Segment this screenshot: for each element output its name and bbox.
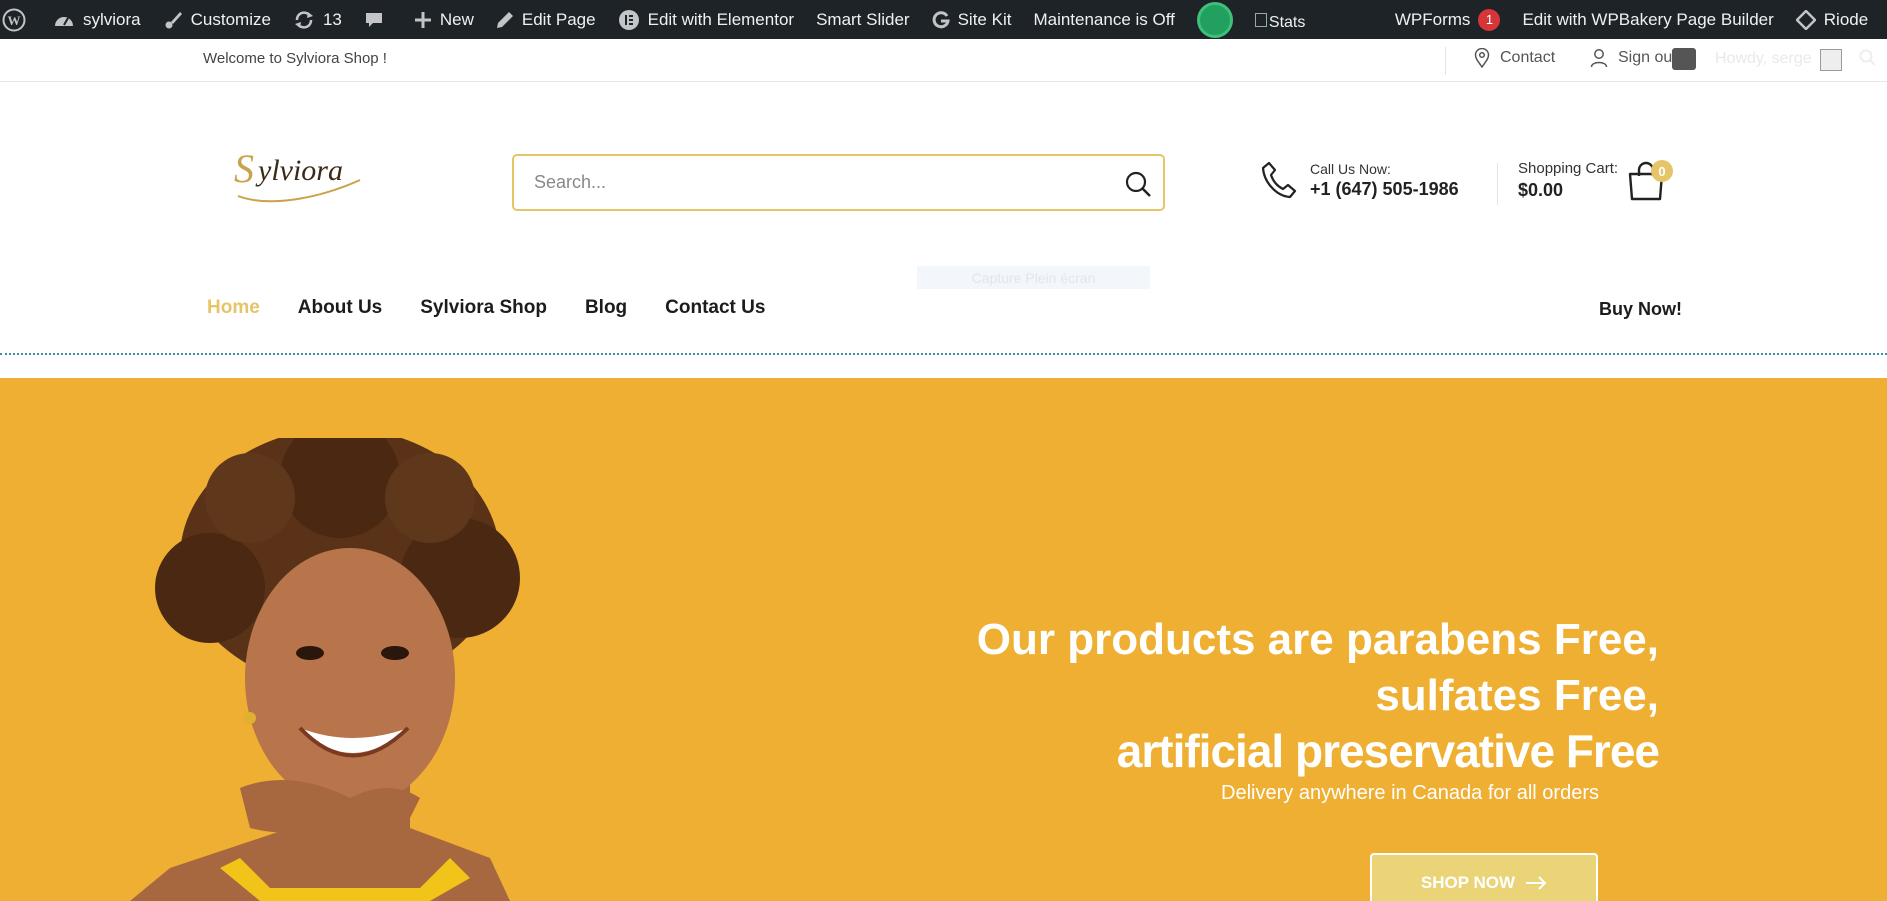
adminbar-plugin-avatar[interactable] [1186,0,1244,39]
smart-slider-label: Smart Slider [816,9,910,29]
arrow-right-icon [1526,876,1547,890]
search-bar [512,154,1165,211]
elementor-icon [618,9,639,30]
adminbar-comments[interactable] [353,0,403,39]
adminbar-smart-slider[interactable]: Smart Slider [805,0,921,39]
nav-item-sylviora-shop[interactable]: Sylviora Shop [420,297,547,319]
pencil-icon [496,11,513,28]
adminbar-search-icon[interactable] [1858,48,1878,68]
edit-elementor-label: Edit with Elementor [647,9,795,29]
adminbar-wpforms[interactable]: WPForms 1 [1384,0,1512,39]
hero-slider: Our products are parabens Free, sulfates… [0,378,1887,901]
call-label: Call Us Now: [1310,160,1391,177]
capture-overlay: Capture Plein écran [917,266,1150,289]
maintenance-label: Maintenance is Off [1033,9,1175,29]
cart-count-badge: 0 [1651,160,1673,182]
hero-subline: Delivery anywhere in Canada for all orde… [1221,782,1599,804]
adminbar-site-name[interactable]: sylviora [42,0,152,39]
wpforms-badge: 1 [1478,8,1501,31]
search-icon [1125,171,1151,197]
new-label: New [439,9,474,29]
broken-image-icon [1254,12,1267,27]
nav-item-blog[interactable]: Blog [585,297,627,319]
adminbar-stats[interactable]: Stats [1244,0,1384,39]
riode-label: Riode [1823,9,1869,29]
plus-icon [414,11,431,28]
wp-admin-bar: W sylviora Customize 13 New Edit Page Ed… [0,0,1887,39]
hero-model-image [130,438,520,901]
main-navigation: Home About Us Sylviora Shop Blog Contact… [207,297,803,319]
nav-item-about-us[interactable]: About Us [298,297,382,319]
nav-item-home[interactable]: Home [207,297,260,319]
signout-label: Sign ou [1618,49,1673,66]
diamond-icon [1795,9,1816,30]
adminbar-wpbakery[interactable]: Edit with WPBakery Page Builder [1511,0,1784,39]
adminbar-edit-elementor[interactable]: Edit with Elementor [607,0,805,39]
adminbar-edit-page[interactable]: Edit Page [485,0,607,39]
hero-line-2: sulfates Free, [1375,671,1659,720]
adminbar-maintenance[interactable]: Maintenance is Off [1022,0,1185,39]
user-avatar[interactable] [1820,49,1842,71]
adminbar-riode[interactable]: Riode [1785,0,1879,39]
header-separator [0,353,1887,355]
nav-item-contact-us[interactable]: Contact Us [665,297,765,319]
howdy-user[interactable]: Howdy, serge [1715,50,1812,68]
contact-label: Contact [1500,49,1556,66]
phone-icon [1261,161,1297,199]
top-utility-bar: Welcome to Sylviora Shop ! Contact Sign … [0,39,1887,82]
call-number: +1 (647) 505-1986 [1310,178,1459,199]
shop-now-label: SHOP NOW [1420,873,1516,892]
shop-now-button[interactable]: SHOP NOW [1370,853,1598,901]
call-us[interactable]: Call Us Now: +1 (647) 505-1986 [1260,160,1459,200]
plugin-avatar-icon [1196,1,1233,38]
svg-text:S: S [234,146,254,191]
buy-now-link[interactable]: Buy Now! [1599,299,1682,320]
adminbar-updates[interactable]: 13 [282,0,353,39]
wordpress-logo-icon[interactable]: W [0,0,42,39]
comment-icon [365,12,382,27]
cart-label: Shopping Cart: [1518,160,1619,177]
site-kit-label: Site Kit [957,9,1012,29]
wpforms-label: WPForms [1394,9,1471,29]
user-icon [1590,49,1608,68]
google-g-icon [932,10,950,28]
search-button[interactable] [1123,169,1153,199]
customize-label: Customize [190,9,271,29]
svg-text:W: W [8,13,21,28]
site-logo[interactable]: S ylviora [230,136,366,206]
welcome-text: Welcome to Sylviora Shop ! [203,50,387,67]
hero-headline: Our products are parabens Free, sulfates… [759,612,1659,724]
header-divider [1497,163,1498,205]
contact-link[interactable]: Contact [1474,48,1555,68]
hero-line-3: artificial preservative Free [1116,725,1660,777]
topbar-divider [1445,47,1446,75]
site-name-label: sylviora [83,9,141,29]
location-pin-icon [1474,48,1490,68]
signout-link[interactable]: Sign ou [1590,48,1672,68]
dashboard-icon [55,16,73,26]
cart-total: $0.00 [1518,180,1564,200]
adminbar-site-kit[interactable]: Site Kit [921,0,1023,39]
updates-icon [294,10,313,29]
edit-page-label: Edit Page [521,9,596,29]
brush-icon [165,11,182,28]
hero-line-1: Our products are parabens Free, [976,615,1659,664]
adminbar-new[interactable]: New [403,0,485,39]
search-input[interactable] [534,172,1114,193]
adminbar-customize[interactable]: Customize [152,0,282,39]
stats-label: Stats [1268,13,1306,31]
chat-bubble-icon[interactable] [1672,48,1696,70]
updates-count: 13 [322,9,342,29]
wpbakery-label: Edit with WPBakery Page Builder [1522,9,1774,29]
svg-text:ylviora: ylviora [255,154,343,187]
shopping-cart-summary[interactable]: Shopping Cart: $0.00 [1518,160,1618,201]
